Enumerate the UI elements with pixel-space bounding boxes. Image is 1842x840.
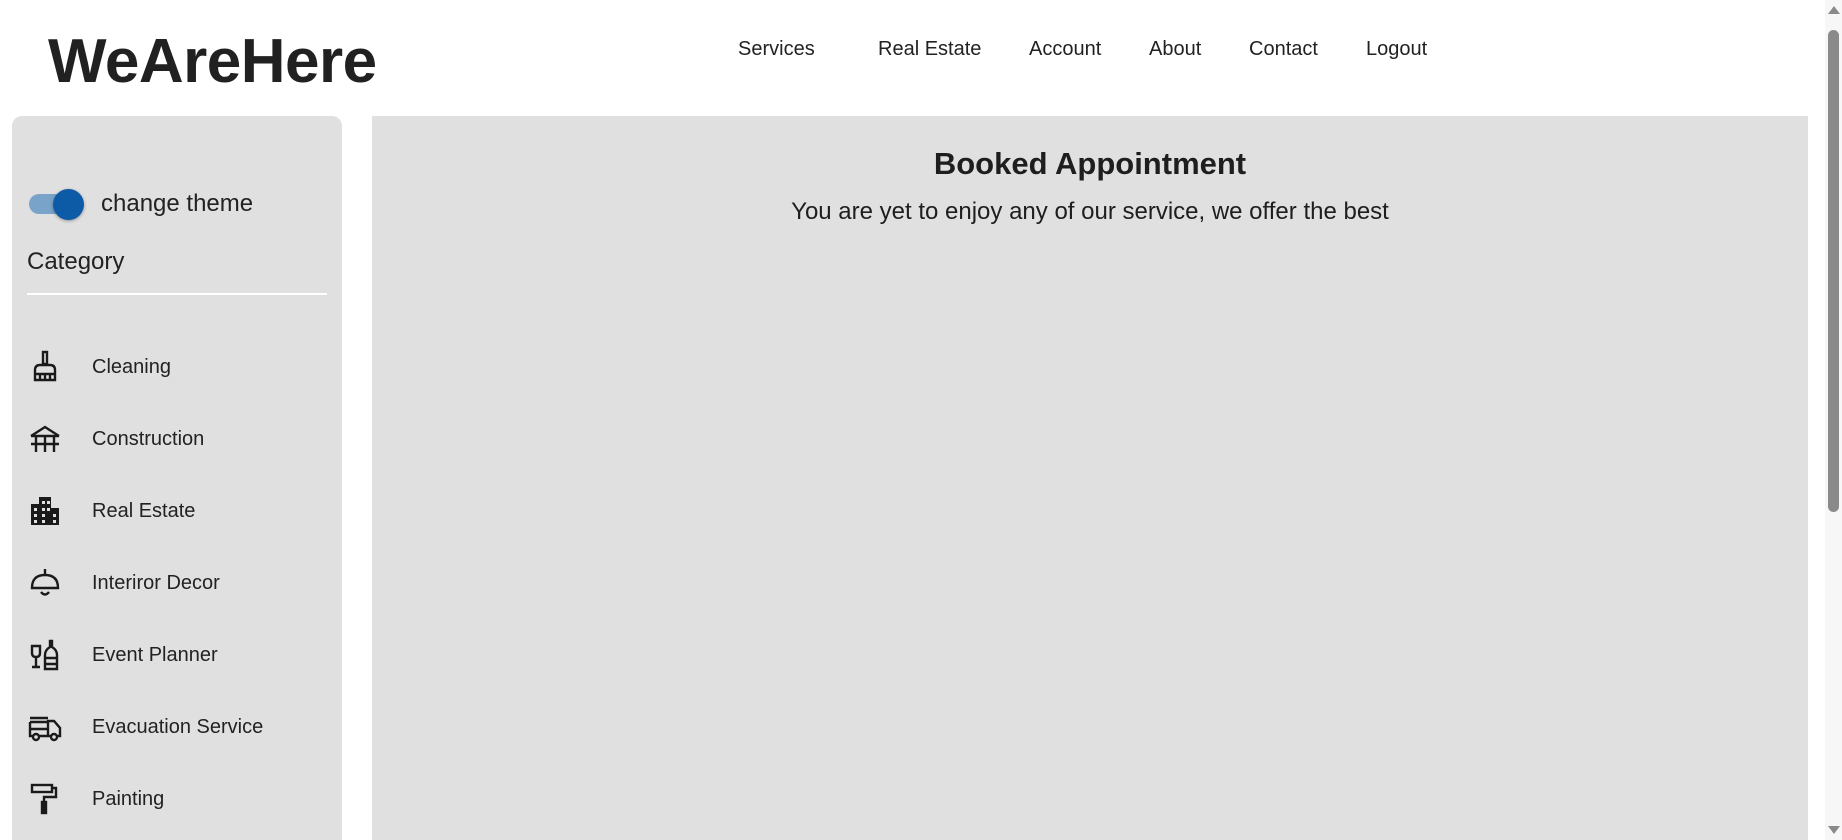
category-item-real-estate[interactable]: Real Estate	[12, 475, 342, 547]
category-item-painting[interactable]: Painting	[12, 763, 342, 835]
scrollbar-thumb[interactable]	[1828, 30, 1839, 512]
main-panel: Booked Appointment You are yet to enjoy …	[372, 116, 1808, 840]
nav-services[interactable]: Services	[738, 38, 815, 61]
category-label: Construction	[92, 427, 205, 450]
construction-icon	[28, 422, 62, 456]
page: WeAreHere Services Real Estate Account A…	[0, 0, 1842, 840]
wine-bottle-glass-icon	[28, 638, 62, 672]
page-title: Booked Appointment	[933, 146, 1247, 181]
category-divider	[27, 293, 327, 295]
category-label: Evacuation Service	[92, 715, 264, 738]
building-icon	[28, 494, 62, 528]
category-label: Painting	[92, 787, 165, 810]
theme-toggle-switch[interactable]	[29, 189, 85, 220]
empty-state-message: You are yet to enjoy any of our service,…	[791, 198, 1389, 225]
toggle-thumb	[53, 189, 84, 220]
sidebar: change theme Category Cleaning Construct…	[12, 116, 342, 840]
nav-about[interactable]: About	[1149, 38, 1201, 61]
category-list: Cleaning Construction Real Estate Interi…	[12, 331, 342, 835]
page-scrollbar[interactable]	[1825, 0, 1842, 840]
category-item-interior-decor[interactable]: Interiror Decor	[12, 547, 342, 619]
category-item-cleaning[interactable]: Cleaning	[12, 331, 342, 403]
category-item-evacuation-service[interactable]: Evacuation Service	[12, 691, 342, 763]
scroll-down-arrow-icon[interactable]	[1828, 826, 1840, 834]
nav-logout[interactable]: Logout	[1366, 38, 1427, 61]
nav-contact[interactable]: Contact	[1249, 38, 1318, 61]
category-item-construction[interactable]: Construction	[12, 403, 342, 475]
category-item-event-planner[interactable]: Event Planner	[12, 619, 342, 691]
theme-toggle-row: change theme	[29, 189, 254, 220]
category-label: Real Estate	[92, 499, 196, 522]
category-label: Event Planner	[92, 643, 218, 666]
scroll-up-arrow-icon[interactable]	[1828, 6, 1840, 14]
nav-account[interactable]: Account	[1029, 38, 1101, 61]
theme-toggle-label: change theme	[101, 190, 254, 217]
fire-truck-icon	[28, 710, 62, 744]
broom-icon	[28, 350, 62, 384]
category-label: Interiror Decor	[92, 571, 220, 594]
nav-real-estate[interactable]: Real Estate	[878, 38, 981, 61]
ceiling-lamp-icon	[28, 566, 62, 600]
top-navigation: Services Real Estate Account About Conta…	[0, 38, 1842, 68]
category-heading: Category	[27, 248, 125, 275]
category-label: Cleaning	[92, 355, 171, 378]
paint-roller-icon	[28, 782, 62, 816]
